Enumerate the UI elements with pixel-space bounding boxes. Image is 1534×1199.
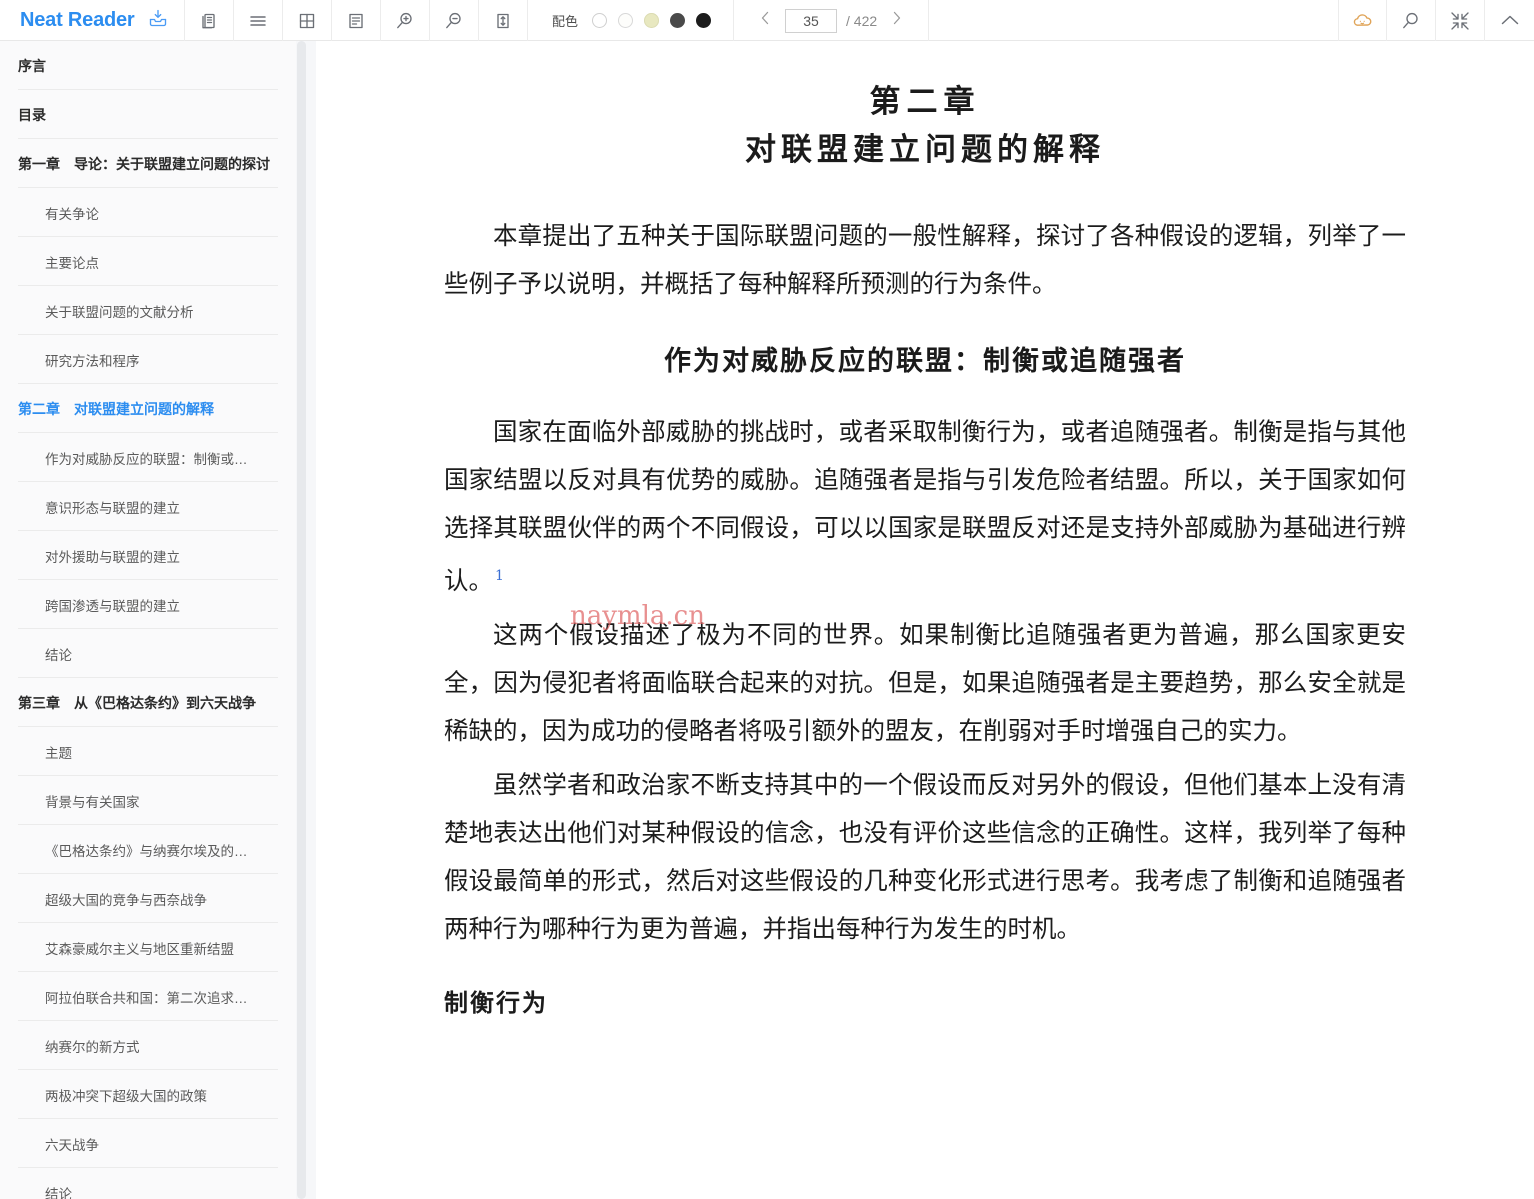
color-scheme-label: 配色 [552, 14, 579, 29]
sidebar-item-13[interactable]: 第三章 从《巴格达条约》到六天战争 [0, 678, 296, 727]
sidebar-item-2[interactable]: 第一章 导论：关于联盟建立问题的探讨 [0, 139, 296, 188]
sidebar-item-label: 第二章 对联盟建立问题的解释 [18, 400, 214, 417]
sidebar-item-label: 对外援助与联盟的建立 [45, 549, 180, 565]
sidebar-item-label: 序言 [18, 57, 46, 74]
chevron-up-icon[interactable] [1485, 0, 1534, 41]
compress-icon[interactable] [1436, 0, 1485, 41]
toc-sidebar[interactable]: 序言目录第一章 导论：关于联盟建立问题的探讨有关争论主要论点关于联盟问题的文献分… [0, 41, 296, 1199]
text-layout-icon[interactable] [332, 0, 381, 41]
sidebar-item-23[interactable]: 结论 [0, 1168, 296, 1199]
subsection-title: 制衡行为 [444, 988, 548, 1018]
sidebar-item-16[interactable]: 《巴格达条约》与纳赛尔埃及的… [0, 825, 296, 874]
sidebar-item-18[interactable]: 艾森豪威尔主义与地区重新结盟 [0, 923, 296, 972]
paragraph-4: 虽然学者和政治家不断支持其中的一个假设而反对另外的假设，但他们基本上没有清楚地表… [444, 770, 1406, 944]
app-title: Neat Reader [20, 9, 135, 31]
hamburger-menu-icon[interactable] [234, 0, 283, 41]
sidebar-item-9[interactable]: 意识形态与联盟的建立 [0, 482, 296, 531]
sidebar-item-label: 结论 [45, 1186, 72, 1199]
intro-paragraph: 本章提出了五种关于国际联盟问题的一般性解释，探讨了各种假设的逻辑，列举了一些例子… [444, 220, 1406, 298]
sidebar-item-label: 六天战争 [45, 1137, 99, 1153]
sidebar-item-label: 阿拉伯联合共和国：第二次追求… [45, 990, 248, 1006]
paragraph-2: 国家在面临外部威胁的挑战时，或者采取制衡行为，或者追随强者。制衡是指与其他国家结… [444, 408, 1406, 605]
swatch-sepia[interactable] [644, 13, 660, 28]
sidebar-item-3[interactable]: 有关争论 [0, 188, 296, 237]
sidebar-item-15[interactable]: 背景与有关国家 [0, 776, 296, 825]
chapter-number: 第二章 [869, 84, 981, 120]
search-icon[interactable] [1387, 0, 1436, 41]
sidebar-item-10[interactable]: 对外援助与联盟的建立 [0, 531, 296, 580]
sidebar-item-label: 背景与有关国家 [45, 794, 140, 810]
sidebar-item-19[interactable]: 阿拉伯联合共和国：第二次追求… [0, 972, 296, 1021]
swatch-offwhite[interactable] [618, 13, 634, 28]
sidebar-item-6[interactable]: 研究方法和程序 [0, 335, 296, 384]
sidebar-item-21[interactable]: 两极冲突下超级大国的政策 [0, 1070, 296, 1119]
sidebar-item-11[interactable]: 跨国渗透与联盟的建立 [0, 580, 296, 629]
swatch-white[interactable] [592, 13, 608, 28]
swatch-black[interactable] [696, 13, 712, 28]
sidebar-item-label: 超级大国的竞争与西奈战争 [45, 892, 207, 908]
inbox-download-icon[interactable] [147, 7, 169, 34]
sidebar-item-label: 跨国渗透与联盟的建立 [45, 598, 180, 614]
sidebar-item-14[interactable]: 主题 [0, 727, 296, 776]
paragraph-2-text: 国家在面临外部威胁的挑战时，或者采取制衡行为，或者追随强者。制衡是指与其他国家结… [444, 417, 1406, 596]
sidebar-item-label: 第一章 导论：关于联盟建立问题的探讨 [18, 155, 270, 172]
sidebar-item-label: 研究方法和程序 [45, 353, 140, 369]
color-scheme-group: 配色 [528, 0, 735, 41]
top-toolbar: Neat Reader 配色 35 / 422 [0, 0, 1534, 41]
sidebar-item-7[interactable]: 第二章 对联盟建立问题的解释 [0, 384, 296, 433]
sidebar-item-8[interactable]: 作为对威胁反应的联盟：制衡或… [0, 433, 296, 482]
sidebar-item-0[interactable]: 序言 [0, 41, 296, 90]
section-title: 作为对威胁反应的联盟：制衡或追随强者 [664, 345, 1186, 377]
chapter-title: 对联盟建立问题的解释 [745, 131, 1105, 168]
sidebar-item-label: 目录 [18, 106, 46, 123]
sidebar-item-label: 意识形态与联盟的建立 [45, 500, 180, 516]
chevron-left-icon[interactable] [754, 7, 776, 34]
fit-height-icon[interactable] [479, 0, 528, 41]
sidebar-item-label: 主要论点 [45, 255, 99, 271]
page-total-label: / 422 [846, 12, 878, 29]
sidebar-item-12[interactable]: 结论 [0, 629, 296, 678]
sidebar-item-label: 艾森豪威尔主义与地区重新结盟 [45, 941, 234, 957]
sidebar-item-label: 关于联盟问题的文献分析 [45, 304, 194, 320]
paragraph-3: 这两个假设描述了极为不同的世界。如果制衡比追随强者更为普遍，那么国家更安全，因为… [444, 620, 1406, 746]
sidebar-item-22[interactable]: 六天战争 [0, 1119, 296, 1168]
page-number-input[interactable] [785, 8, 838, 33]
sidebar-item-4[interactable]: 主要论点 [0, 237, 296, 286]
footnote-marker[interactable]: 1 [495, 568, 504, 584]
sidebar-item-label: 结论 [45, 647, 72, 663]
cloud-sync-icon[interactable] [1338, 0, 1387, 41]
sidebar-item-20[interactable]: 纳赛尔的新方式 [0, 1021, 296, 1070]
sidebar-item-label: 纳赛尔的新方式 [45, 1039, 140, 1055]
sidebar-item-17[interactable]: 超级大国的竞争与西奈战争 [0, 874, 296, 923]
sidebar-item-label: 作为对威胁反应的联盟：制衡或… [45, 451, 248, 467]
sidebar-item-5[interactable]: 关于联盟问题的文献分析 [0, 286, 296, 335]
grid-layout-icon[interactable] [283, 0, 332, 41]
reader-content: 第二章 对联盟建立问题的解释 本章提出了五种关于国际联盟问题的一般性解释，探讨了… [316, 41, 1534, 1199]
swatch-darkgray[interactable] [670, 13, 686, 28]
sidebar-item-label: 第三章 从《巴格达条约》到六天战争 [18, 694, 256, 711]
app-brand: Neat Reader [0, 0, 185, 41]
sidebar-item-label: 有关争论 [45, 206, 99, 222]
book-copy-icon[interactable] [185, 0, 234, 41]
sidebar-item-1[interactable]: 目录 [0, 90, 296, 139]
vertical-scrollbar[interactable] [297, 41, 306, 1199]
zoom-out-icon[interactable] [430, 0, 479, 41]
sidebar-item-label: 两极冲突下超级大国的政策 [45, 1088, 207, 1104]
chevron-right-icon[interactable] [886, 7, 908, 34]
book-page: 第二章 对联盟建立问题的解释 本章提出了五种关于国际联盟问题的一般性解释，探讨了… [316, 41, 1534, 1018]
pager-group: / 422 [734, 0, 930, 41]
sidebar-item-label: 《巴格达条约》与纳赛尔埃及的… [45, 843, 248, 859]
sidebar-item-label: 主题 [45, 745, 72, 761]
zoom-in-icon[interactable] [381, 0, 430, 41]
